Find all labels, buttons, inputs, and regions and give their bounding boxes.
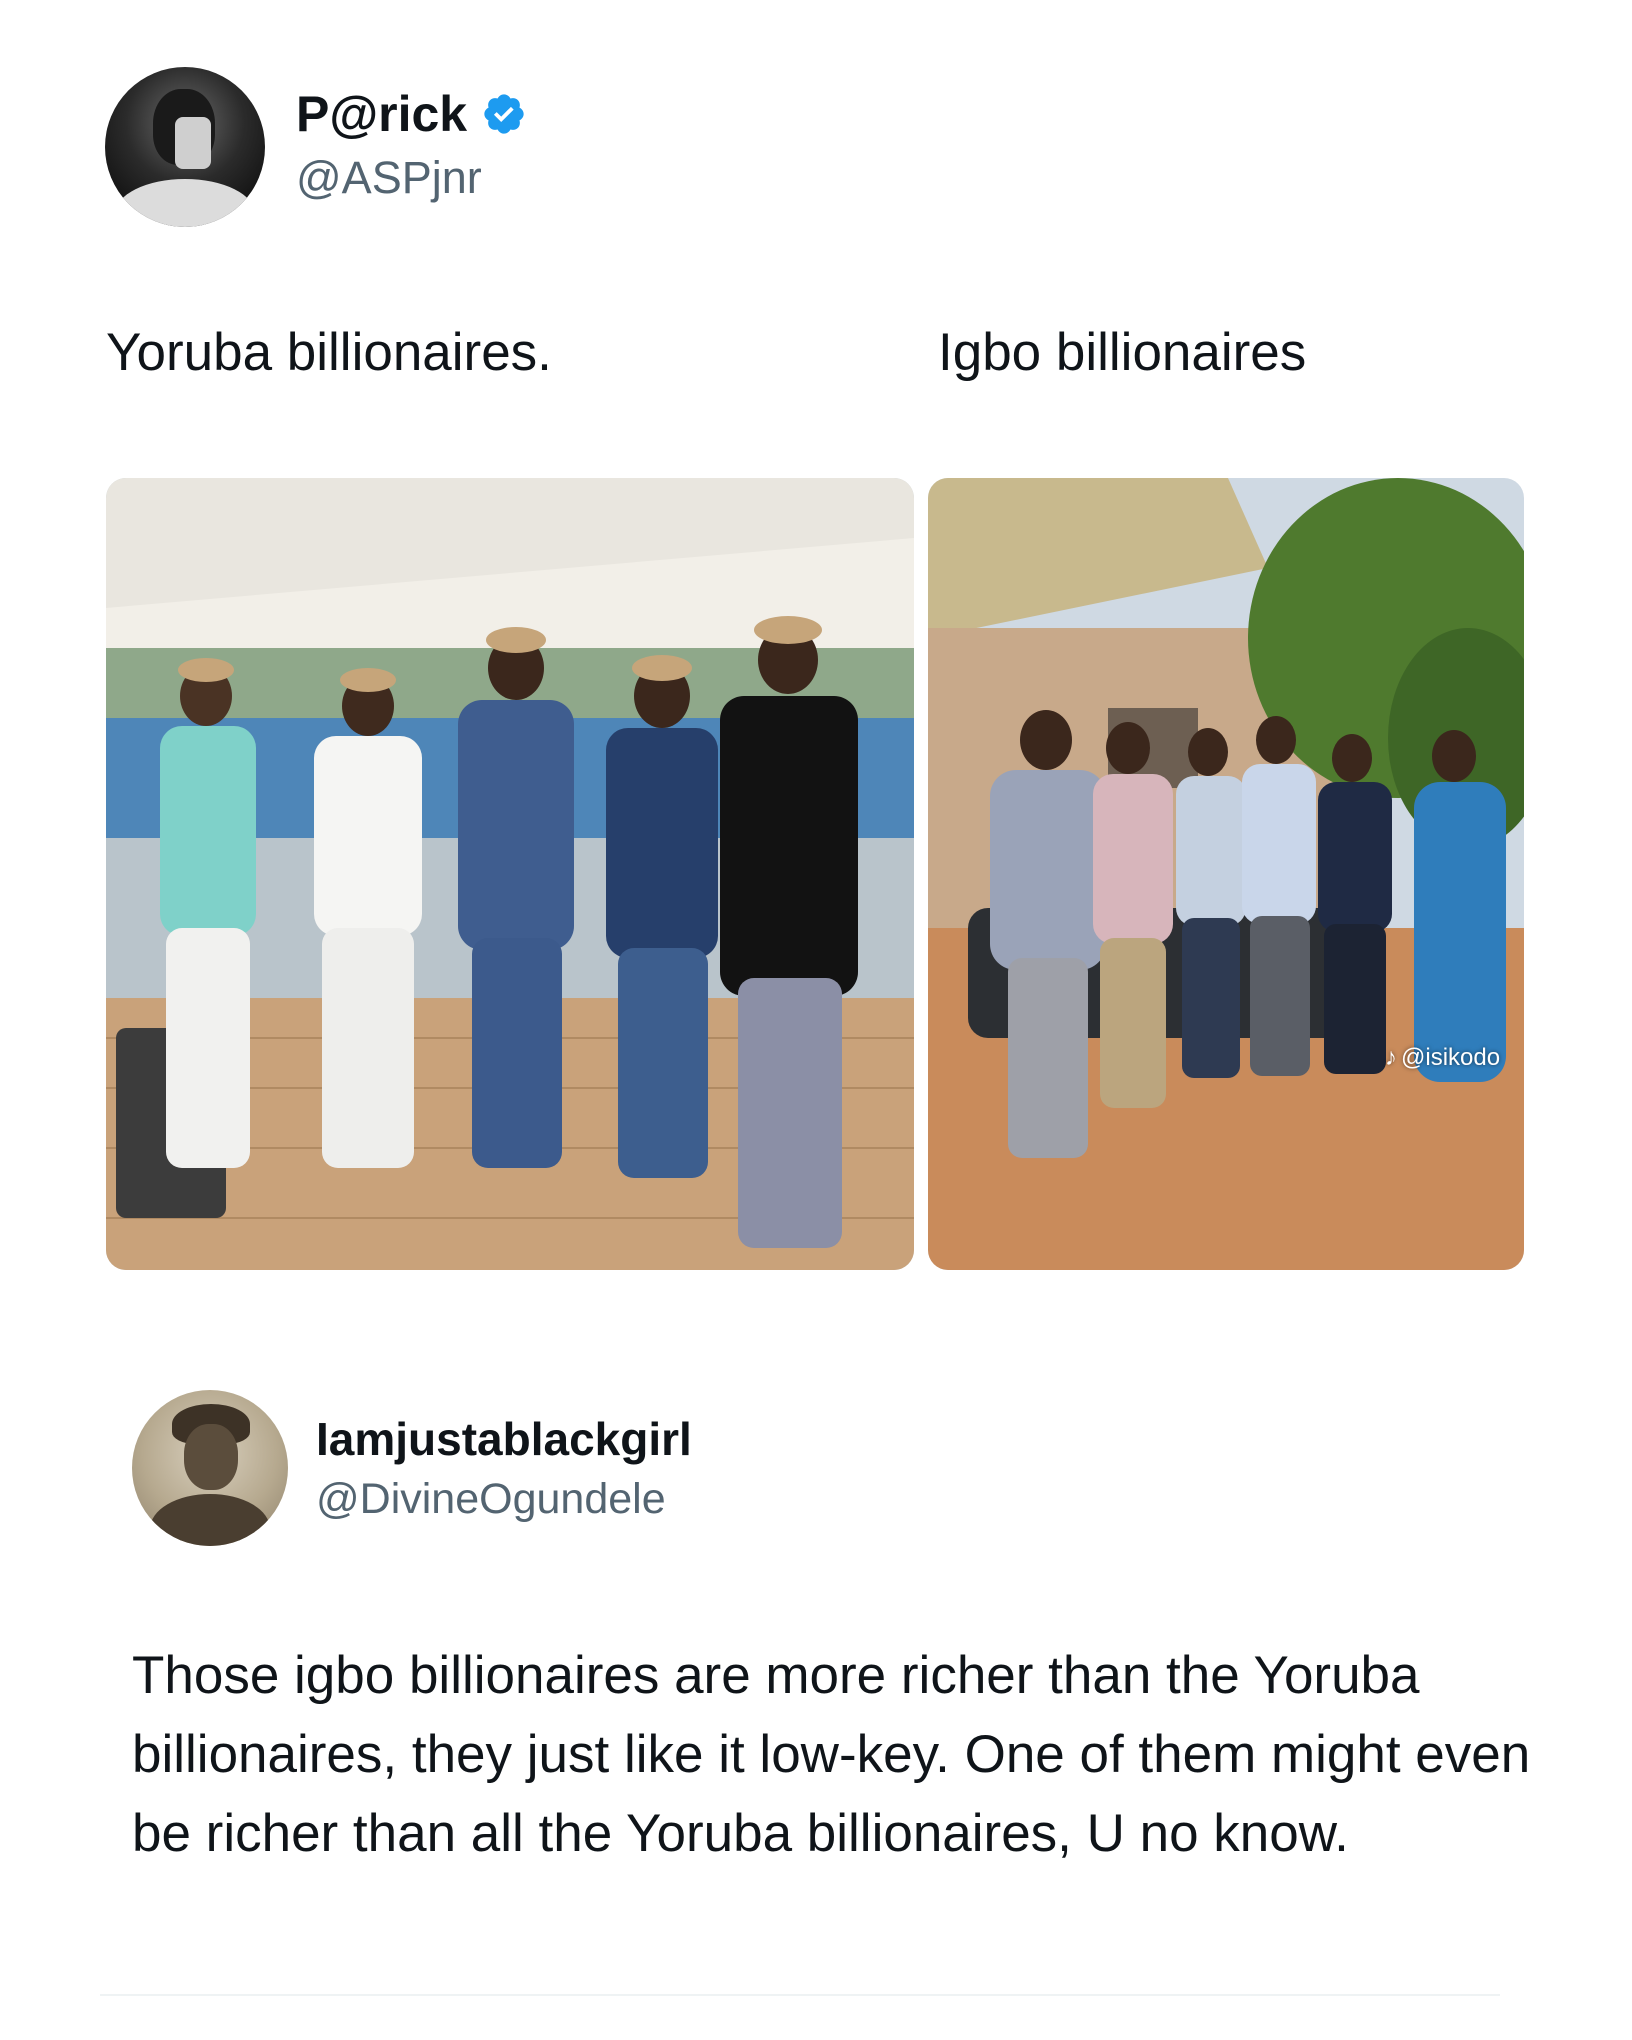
author-avatar[interactable] (105, 67, 265, 227)
author-name-row: P@rick (296, 86, 527, 142)
author-handle[interactable]: @ASPjnr (296, 152, 482, 204)
house-photo-image (928, 478, 1524, 1270)
reply-author-avatar[interactable] (132, 1390, 288, 1546)
caption-left: Yoruba billionaires. (106, 323, 552, 382)
screenshot-page: P@rick @ASPjnr Yoruba billionaires. Igbo… (0, 0, 1632, 2040)
verified-badge-icon (484, 94, 524, 134)
caption-right: Igbo billionaires (938, 323, 1307, 382)
house-photo[interactable] (928, 478, 1524, 1270)
reply-author-handle[interactable]: @DivineOgundele (316, 1474, 666, 1524)
tiktok-watermark: ♪ @isikodo (1385, 1044, 1500, 1072)
watermark-text: @isikodo (1401, 1044, 1501, 1071)
author-name[interactable]: P@rick (296, 86, 467, 142)
tiktok-icon: ♪ (1385, 1044, 1397, 1071)
yacht-photo[interactable] (106, 478, 914, 1270)
divider (100, 1994, 1500, 1996)
reply-text: Those igbo billionaires are more richer … (132, 1646, 1531, 1863)
yacht-photo-image (106, 478, 914, 1270)
reply-author-name[interactable]: Iamjustablackgirl (316, 1412, 692, 1466)
